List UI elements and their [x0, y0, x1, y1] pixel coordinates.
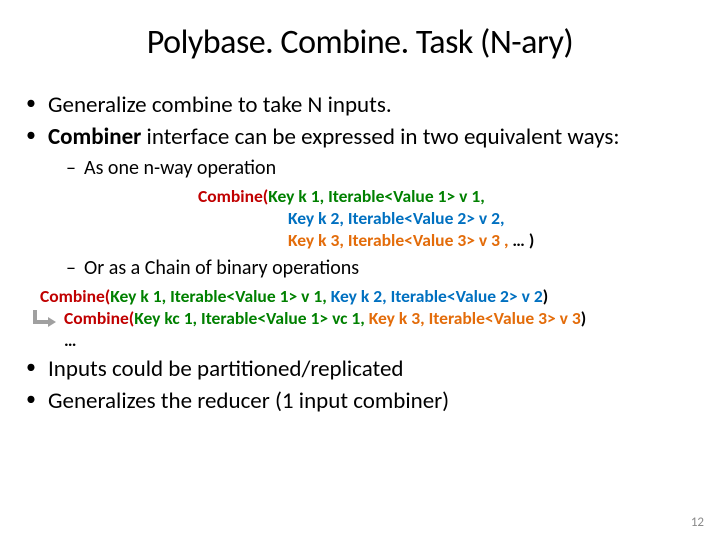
sub-list: As one n-way operation	[66, 156, 702, 181]
bullet-generalizes-reducer: Generalizes the reducer (1 input combine…	[26, 387, 702, 416]
chain-line-2: Combine(Key kc 1, Iterable<Value 1> vc 1…	[64, 307, 586, 329]
bullet-partitioned: Inputs could be partitioned/replicated	[26, 355, 702, 384]
sub-list-2: Or as a Chain of binary operations	[66, 256, 702, 281]
slide-title: Polybase. Combine. Task (N-ary)	[18, 22, 702, 63]
bullet-combiner-interface: Combiner interface can be expressed in t…	[26, 123, 702, 352]
page-number: 12	[691, 515, 704, 530]
nway-line-2: Key k 2, Iterable<Value 2> v 2,	[48, 207, 702, 229]
nway-line-1: Combine(Key k 1, Iterable<Value 1> v 1,	[48, 185, 702, 207]
chain-line-1: Combine(Key k 1, Iterable<Value 1> v 1, …	[40, 285, 702, 307]
combiner-rest: interface can be expressed in two equiva…	[141, 123, 619, 151]
chain-ellipsis: …	[64, 330, 702, 352]
nway-code: Combine(Key k 1, Iterable<Value 1> v 1, …	[48, 185, 702, 252]
bullet-list: Generalize combine to take N inputs. Com…	[26, 91, 702, 415]
sub-chain: Or as a Chain of binary operations	[66, 256, 702, 281]
nway-line-3: Key k 3, Iterable<Value 3> v 3 , … )	[48, 229, 702, 251]
sub-nway: As one n-way operation	[66, 156, 702, 181]
slide: Polybase. Combine. Task (N-ary) Generali…	[0, 0, 720, 540]
chain-line-2-row: Combine(Key kc 1, Iterable<Value 1> vc 1…	[32, 307, 702, 330]
bent-arrow-icon	[32, 308, 58, 330]
chain-code: Combine(Key k 1, Iterable<Value 1> v 1, …	[40, 285, 702, 352]
bullet-generalize: Generalize combine to take N inputs.	[26, 91, 702, 120]
combiner-word: Combiner	[48, 123, 141, 151]
